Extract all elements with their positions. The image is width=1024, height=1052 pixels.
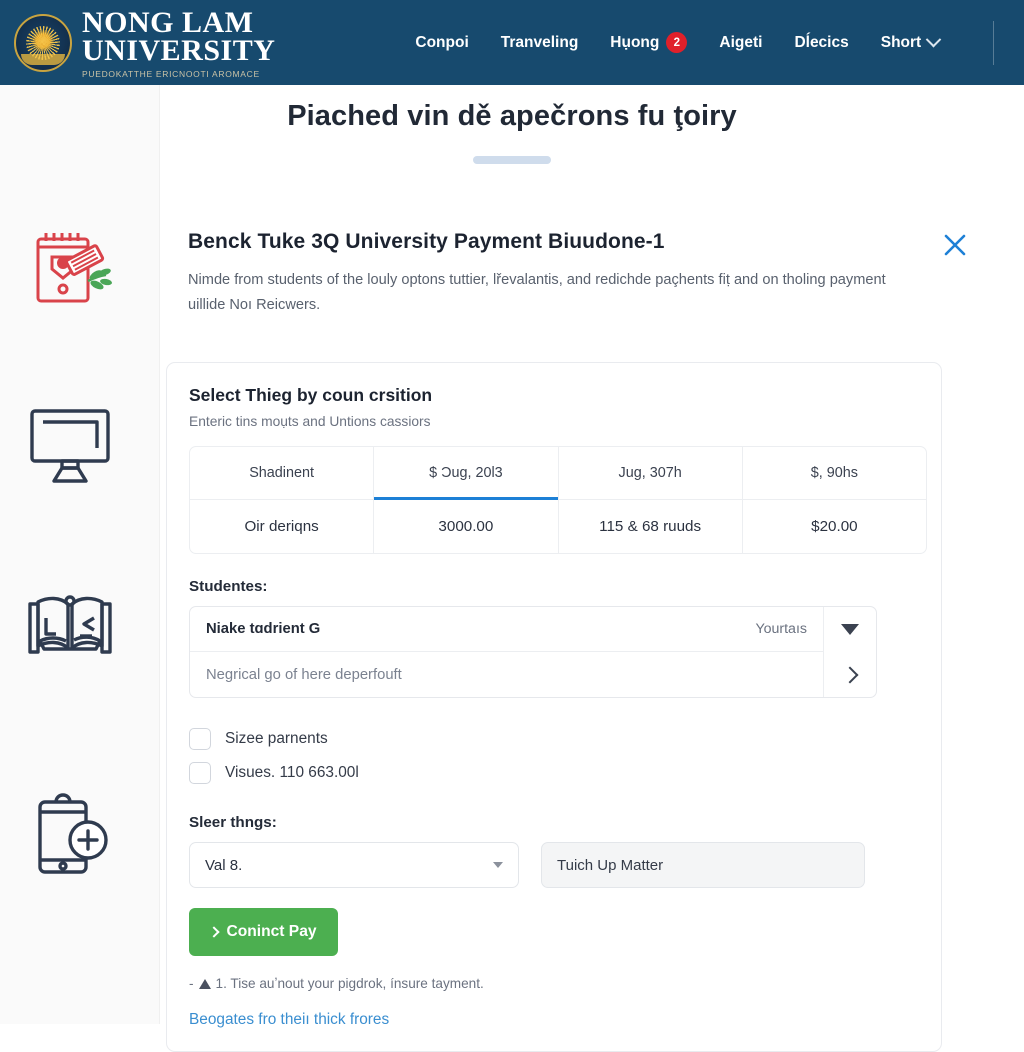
nav-item-aigeti[interactable]: Aigeti bbox=[719, 34, 762, 52]
chevron-down-icon bbox=[925, 31, 942, 48]
nav-divider bbox=[993, 20, 995, 65]
options-select-value: Val 8. bbox=[205, 856, 243, 874]
nav-item-label: Dĺecics bbox=[794, 33, 849, 51]
options-text-value: Tuich Up Matter bbox=[557, 856, 664, 874]
seal-ribbon bbox=[21, 53, 65, 65]
table-header-label: Jug, 307h bbox=[618, 465, 682, 481]
students-label: Studentes: bbox=[189, 578, 268, 595]
students-selected-value: Niake tɑdrient G bbox=[206, 621, 321, 637]
nav-item-label: Tranveling bbox=[500, 33, 579, 51]
card-header: Benck Tuke 3Q University Payment Biuudon… bbox=[160, 200, 1024, 318]
nav-item-dlecics[interactable]: Dĺecics bbox=[794, 34, 848, 52]
table-header-row: Shadinent $ Ɔug, 20l3 Jug, 307h $, 90hs bbox=[190, 447, 926, 500]
students-combobox[interactable]: Niake tɑdrient G Yourtaıs Negrical go of… bbox=[189, 606, 877, 698]
options-table: Shadinent $ Ɔug, 20l3 Jug, 307h $, 90hs … bbox=[189, 446, 927, 554]
note-text: 1. Tise auʼnout your piɡdrok, ínsure tay… bbox=[215, 976, 484, 991]
students-selected-row[interactable]: Niake tɑdrient G Yourtaıs bbox=[190, 607, 823, 652]
close-icon[interactable] bbox=[942, 232, 968, 258]
table-header-label: Shadinent bbox=[249, 465, 315, 481]
connect-pay-label: Coninct Pay bbox=[226, 923, 317, 940]
nav-item-label: Hụong bbox=[610, 33, 660, 51]
payment-note: - 1. Tise auʼnout your piɡdrok, ínsure t… bbox=[189, 976, 919, 991]
nav-item-label: Conpoi bbox=[415, 33, 469, 51]
notification-badge: 2 bbox=[666, 32, 688, 53]
options-label: Sleer thngs: bbox=[189, 814, 277, 831]
table-cell-value: 3000.00 bbox=[438, 518, 494, 535]
checkbox-group: Sizee parnents Visues. 110 663.00l bbox=[189, 722, 919, 790]
table-cell-3: $20.00 bbox=[743, 500, 926, 553]
caret-down-icon bbox=[841, 624, 859, 635]
table-cell-2: 115 & 68 ruuds bbox=[559, 500, 743, 553]
table-cell-value: $20.00 bbox=[811, 518, 858, 535]
brand-tagline: PUEDOKATTHE ERICNOOTI AROMACE bbox=[82, 69, 260, 80]
table-header-label: $, 90hs bbox=[810, 465, 858, 481]
warning-triangle-icon bbox=[198, 978, 211, 989]
selection-panel: Select Thieg by coun crsition Enteric ti… bbox=[166, 362, 942, 1052]
card-title: Benck Tuke 3Q University Payment Biuudon… bbox=[188, 230, 665, 253]
options-select[interactable]: Val 8. bbox=[189, 842, 519, 888]
nav-links: Conpoi Tranveling Hụong 2 Aigeti Dĺecics… bbox=[415, 20, 1024, 65]
university-seal-icon bbox=[14, 13, 72, 72]
table-cell-value: Oir deriqns bbox=[244, 518, 319, 535]
table-header-cell-3[interactable]: $, 90hs bbox=[743, 447, 926, 499]
checkbox-input[interactable] bbox=[189, 762, 211, 784]
students-combobox-body: Niake tɑdrient G Yourtaıs Negrical go of… bbox=[190, 607, 823, 697]
chevron-right-icon bbox=[841, 666, 859, 683]
checkbox-label: Sizee parnents bbox=[225, 730, 328, 747]
checkbox-label: Visues. 110 663.00l bbox=[225, 764, 359, 781]
table-header-label: $ Ɔug, 20l3 bbox=[429, 465, 503, 481]
brand-line-2: UNIVERSITY bbox=[82, 34, 276, 68]
table-header-cell-1[interactable]: $ Ɔug, 20l3 bbox=[374, 447, 559, 500]
students-placeholder: Negrical go of here deperfouft bbox=[206, 666, 402, 683]
desktop-monitor-icon bbox=[22, 405, 118, 487]
nav-item-label: Aigeti bbox=[719, 33, 763, 51]
students-selected-meta: Yourtaıs bbox=[755, 621, 807, 637]
open-book-icon bbox=[22, 590, 118, 670]
table-header-cell-2[interactable]: Jug, 307h bbox=[559, 447, 743, 499]
table-cell-value: 115 & 68 ruuds bbox=[599, 518, 702, 535]
connect-pay-button[interactable]: Coninct Pay bbox=[189, 908, 338, 956]
students-placeholder-row[interactable]: Negrical go of here deperfouft bbox=[190, 652, 823, 697]
chevron-right-icon bbox=[208, 926, 221, 938]
table-row: Oir deriqns 3000.00 115 & 68 ruuds $20.0… bbox=[190, 499, 926, 553]
caret-down-icon bbox=[493, 862, 503, 868]
left-rail bbox=[0, 85, 160, 1024]
students-dropdown-button[interactable] bbox=[824, 607, 876, 652]
options-row: Val 8. Tuich Up Matter bbox=[189, 842, 919, 888]
table-cell-1: 3000.00 bbox=[374, 500, 559, 553]
options-text-field[interactable]: Tuich Up Matter bbox=[541, 842, 865, 888]
students-next-button[interactable] bbox=[824, 652, 876, 697]
nav-item-huong[interactable]: Hụong 2 bbox=[610, 32, 688, 53]
brand-logo[interactable]: NONG LAM UNIVERSITY PUEDOKATTHE ERICNOOT… bbox=[14, 6, 275, 79]
panel-title: Select Thieg by coun crsition bbox=[189, 385, 433, 405]
students-combobox-buttons bbox=[823, 607, 876, 697]
checkbox-row-visues[interactable]: Visues. 110 663.00l bbox=[189, 756, 919, 790]
certificate-ticket-icon bbox=[22, 225, 118, 317]
nav-item-label: Short bbox=[880, 33, 922, 51]
table-header-cell-0[interactable]: Shadinent bbox=[190, 447, 375, 499]
footer-link[interactable]: Beogates fro theiı thick frores bbox=[189, 1011, 919, 1029]
nav-item-short[interactable]: Short bbox=[880, 31, 942, 52]
note-dash: - bbox=[189, 976, 194, 991]
top-navigation-bar: NONG LAM UNIVERSITY PUEDOKATTHE ERICNOOT… bbox=[0, 0, 1024, 85]
heading-underline bbox=[473, 156, 551, 164]
nav-item-tranveling[interactable]: Tranveling bbox=[501, 34, 579, 52]
mobile-add-icon bbox=[22, 790, 118, 882]
checkbox-input[interactable] bbox=[189, 728, 211, 750]
panel-subtitle: Enteric tins moụts and Untions cassiors bbox=[189, 414, 431, 429]
card-description: Nimde from students of the louly optons … bbox=[188, 272, 886, 314]
checkbox-row-sizee-parnents[interactable]: Sizee parnents bbox=[189, 722, 919, 756]
table-cell-0: Oir deriqns bbox=[190, 500, 375, 553]
brand-wordmark: NONG LAM UNIVERSITY PUEDOKATTHE ERICNOOT… bbox=[82, 6, 275, 79]
nav-item-conpoi[interactable]: Conpoi bbox=[415, 34, 468, 52]
